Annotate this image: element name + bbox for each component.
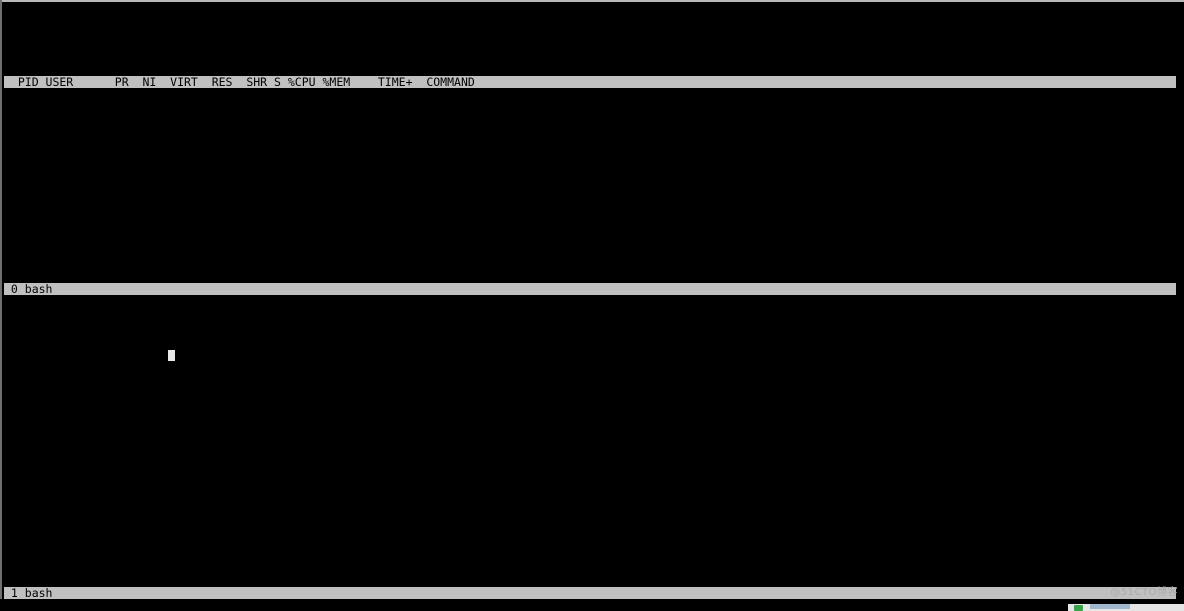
table-row: 2997 root 15 0 10076 2908 2352 S 0.3 3.0… [4,112,631,132]
shell-prompt: [root@TS-DEV ~]# [4,343,168,363]
table-row: 4 root RT -5 0 0 0 S 0.0 0.0 0:00.01 wat… [4,161,688,181]
table-row: 2140 root 16 0 2068 680 596 S 0.3 0.7 0:… [4,100,737,120]
app-icon [1074,605,1083,611]
table-row: 2 root RT -5 0 0 0 S 0.0 0.0 0:00.00 mig… [4,136,698,156]
top-line-swap: Swap: 2048276k total, 4960k used, 204331… [4,50,688,70]
shell-output-pane[interactable]: [root@TS-DEV ~]# df -h Filesystem Size U… [4,295,525,363]
table-row: 3 root 34 19 0 0 0 S 0.0 0.0 0:00.01 kso… [4,148,698,168]
table-row: 3099 root 15 0 2424 1024 800 R 0.7 1.1 0… [4,88,621,107]
table-row: 5 root 10 -5 0 0 0 S 0.0 0.0 0:00.21 eve… [4,173,669,193]
top-line-tasks: Tasks: 114 total, 1 running, 113 sleepin… [4,14,660,34]
background-window-sliver[interactable] [1068,604,1184,611]
top-line-mem: Mem: 96624k total, 83960k used, 12664k f… [4,38,688,58]
df-header-row: Filesystem Size Used Avail Use% Mounted … [4,307,525,327]
table-row: 7 root 10 -5 0 0 0 S 0.0 0.0 0:00.06 kth… [4,197,660,217]
table-row: 54 root 17 -5 0 0 0 S 0.0 0.0 0:00.01 ks… [4,258,660,278]
window-border-bottom [0,599,1184,611]
window-border-left [0,0,2,599]
screen-status-bar-upper[interactable]: 0 bash [4,283,1176,295]
table-row: 6 root 10 -5 0 0 0 S 0.0 0.0 0:00.30 khe… [4,185,660,205]
table-row: 11 root 20 -5 0 0 0 S 0.0 0.0 0:00.00 ka… [4,222,650,242]
background-window-title [1090,604,1130,609]
top-summary-header: top - 20:54:55 up 16 min, 2 users, load … [4,2,756,70]
terminal-window[interactable]: top - 20:54:55 up 16 min, 2 users, load … [0,0,1184,611]
process-table-body: 3099 root 15 0 2424 1024 800 R 0.7 1.1 0… [4,88,737,290]
shell-command-line: [root@TS-DEV ~]# df -h [4,295,216,314]
process-table-column-header: PID USER PR NI VIRT RES SHR S %CPU %MEM … [4,76,1176,88]
text-cursor [167,349,175,361]
table-row: 52 root 10 -5 0 0 0 S 0.0 0.0 0:00.00 kh… [4,246,640,266]
table-row: 10 root 10 -5 0 0 0 S 0.0 0.0 0:00.12 kb… [4,209,679,229]
table-row: 116 root 18 0 0 0 0 S 0.0 0.0 0:00.00 kh… [4,270,688,290]
watermark: @51CTO博客 [1110,587,1178,598]
screen-status-bar-lower[interactable]: 1 bash [4,587,1176,599]
top-line-summary: top - 20:54:55 up 16 min, 2 users, load … [4,2,650,21]
top-line-cpu: Cpu(s): 0.3%us, 0.7%sy, 0.0%ni, 98.7%id,… [4,26,756,46]
df-table-row: tmpfs 48M 0 48M 0% /dev/shm [4,331,505,351]
table-row: 1 root 15 0 2168 620 536 S 0.0 0.6 0:01.… [4,124,631,144]
table-row: 49 root 20 -5 0 0 0 S 0.0 0.0 0:00.00 cq… [4,234,669,254]
